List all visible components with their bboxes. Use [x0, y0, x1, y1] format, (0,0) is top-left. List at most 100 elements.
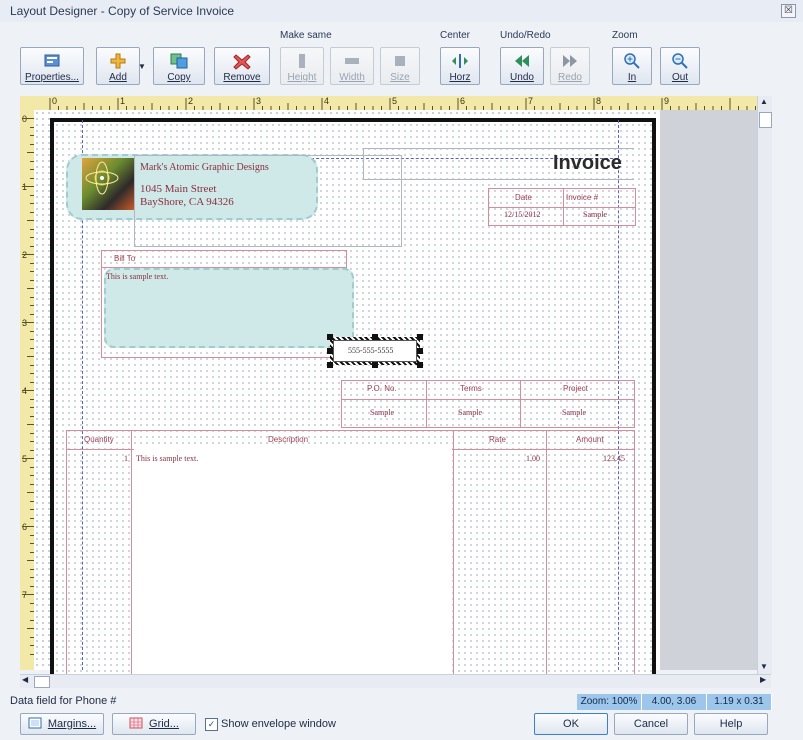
undo-button[interactable]: Undo: [500, 47, 544, 85]
ruler-tick: [27, 424, 34, 425]
make-same-label: Make same: [280, 30, 332, 41]
redo-icon: [559, 51, 581, 71]
envelope-label: Show envelope window: [221, 718, 336, 730]
same-height-button[interactable]: Height: [280, 47, 324, 85]
properties-button[interactable]: Properties...: [20, 47, 84, 85]
properties-label: Properties...: [25, 72, 79, 83]
date-invoice-box[interactable]: [488, 188, 636, 226]
ruler-tick: [22, 322, 34, 323]
copy-label: Copy: [167, 72, 191, 83]
size-icon: [389, 51, 411, 71]
ruler-number: 1: [22, 182, 28, 192]
zoom-label: Zoom: [612, 30, 638, 41]
copy-icon: [168, 51, 190, 71]
ruler-number: 5: [22, 454, 28, 464]
close-button[interactable]: ☒: [781, 4, 796, 18]
ruler-number: 8: [596, 96, 602, 106]
same-width-button[interactable]: Width: [330, 47, 374, 85]
redo-button[interactable]: Redo: [550, 47, 590, 85]
ruler-tick: [27, 356, 34, 357]
ruler-number: 0: [52, 96, 58, 106]
properties-icon: [41, 51, 63, 71]
cancel-button[interactable]: Cancel: [614, 713, 688, 735]
bill-to-label: Bill To: [114, 254, 136, 263]
grid-label: Grid...: [149, 718, 179, 730]
resize-handle[interactable]: [417, 334, 423, 340]
ruler-tick: [27, 152, 34, 153]
scroll-down-icon[interactable]: ▼: [760, 662, 768, 671]
margins-button[interactable]: Margins...: [20, 713, 104, 735]
scroll-up-icon[interactable]: ▲: [760, 97, 768, 106]
resize-handle[interactable]: [372, 334, 378, 340]
scroll-right-icon[interactable]: ▶: [760, 675, 766, 684]
row-description: This is sample text.: [136, 454, 199, 463]
invoice-title[interactable]: Invoice: [553, 152, 622, 175]
ruler-tick: [22, 594, 34, 595]
ruler-number: 2: [22, 250, 28, 260]
row-quantity: 1: [124, 454, 128, 463]
ruler-number: 9: [664, 96, 670, 106]
vertical-ruler: 0 1 2 3 4 5 6 7: [20, 110, 35, 670]
project-header: Project: [563, 384, 588, 393]
add-dropdown-icon[interactable]: ▼: [138, 62, 146, 71]
ruler-tick: [22, 254, 34, 255]
ruler-tick: [27, 560, 34, 561]
horizontal-scroll-thumb[interactable]: [34, 676, 50, 688]
amount-header: Amount: [576, 435, 604, 444]
position-status: 4.00, 3.06: [642, 694, 707, 710]
envelope-checkbox[interactable]: ✓: [205, 718, 218, 731]
ruler-number: 4: [22, 386, 28, 396]
date-header: Date: [515, 193, 532, 202]
resize-handle[interactable]: [327, 362, 333, 368]
horizontal-scrollbar[interactable]: ◀ ▶: [20, 674, 771, 688]
undo-icon: [511, 51, 533, 71]
height-label: Height: [287, 72, 317, 83]
ok-button[interactable]: OK: [534, 713, 608, 735]
ruler-number: 3: [256, 96, 262, 106]
zoom-in-label: In: [627, 72, 637, 83]
zoom-in-button[interactable]: In: [612, 47, 652, 85]
ruler-tick: [27, 220, 34, 221]
po-header: P.O. No.: [367, 384, 397, 393]
vertical-scrollbar[interactable]: ▲ ▼: [757, 96, 772, 674]
copy-button[interactable]: Copy: [153, 47, 205, 85]
resize-handle[interactable]: [372, 362, 378, 368]
remove-button[interactable]: Remove: [214, 47, 270, 85]
scroll-left-icon[interactable]: ◀: [22, 675, 28, 684]
zoom-out-button[interactable]: Out: [660, 47, 700, 85]
invoice-number-header: Invoice #: [566, 193, 599, 202]
width-label: Width: [339, 72, 365, 83]
help-button[interactable]: Help: [694, 713, 768, 735]
add-button[interactable]: Add: [96, 47, 140, 85]
zoom-in-icon: [621, 51, 643, 71]
ruler-number: 1: [120, 96, 126, 106]
resize-handle[interactable]: [327, 348, 333, 354]
grid-button[interactable]: Grid...: [112, 713, 196, 735]
ruler-number: 3: [22, 318, 28, 328]
ruler-number: 6: [22, 522, 28, 532]
window-title: Layout Designer - Copy of Service Invoic…: [10, 4, 235, 18]
center-horz-button[interactable]: Horz: [440, 47, 480, 85]
center-horizontal-icon: [449, 51, 471, 71]
field-info-text: Data field for Phone #: [10, 695, 117, 707]
add-icon: [107, 51, 129, 71]
company-logo[interactable]: [82, 158, 134, 210]
ruler-tick: [22, 526, 34, 527]
vertical-scroll-thumb[interactable]: [759, 112, 772, 128]
ruler-number: 7: [22, 590, 28, 600]
terms-value: Sample: [458, 408, 482, 417]
ruler-tick: [27, 492, 34, 493]
margins-icon: [28, 717, 42, 732]
same-size-button[interactable]: Size: [380, 47, 420, 85]
resize-handle[interactable]: [417, 348, 423, 354]
add-label: Add: [109, 72, 127, 83]
resize-handle[interactable]: [327, 334, 333, 340]
zoom-status: Zoom: 100%: [577, 694, 642, 710]
width-icon: [341, 51, 363, 71]
horz-label: Horz: [449, 72, 471, 83]
undo-redo-label: Undo/Redo: [500, 30, 551, 41]
row-amount: 123.45: [603, 454, 625, 463]
ruler-number: 6: [460, 96, 466, 106]
remove-label: Remove: [223, 72, 261, 83]
resize-handle[interactable]: [417, 362, 423, 368]
